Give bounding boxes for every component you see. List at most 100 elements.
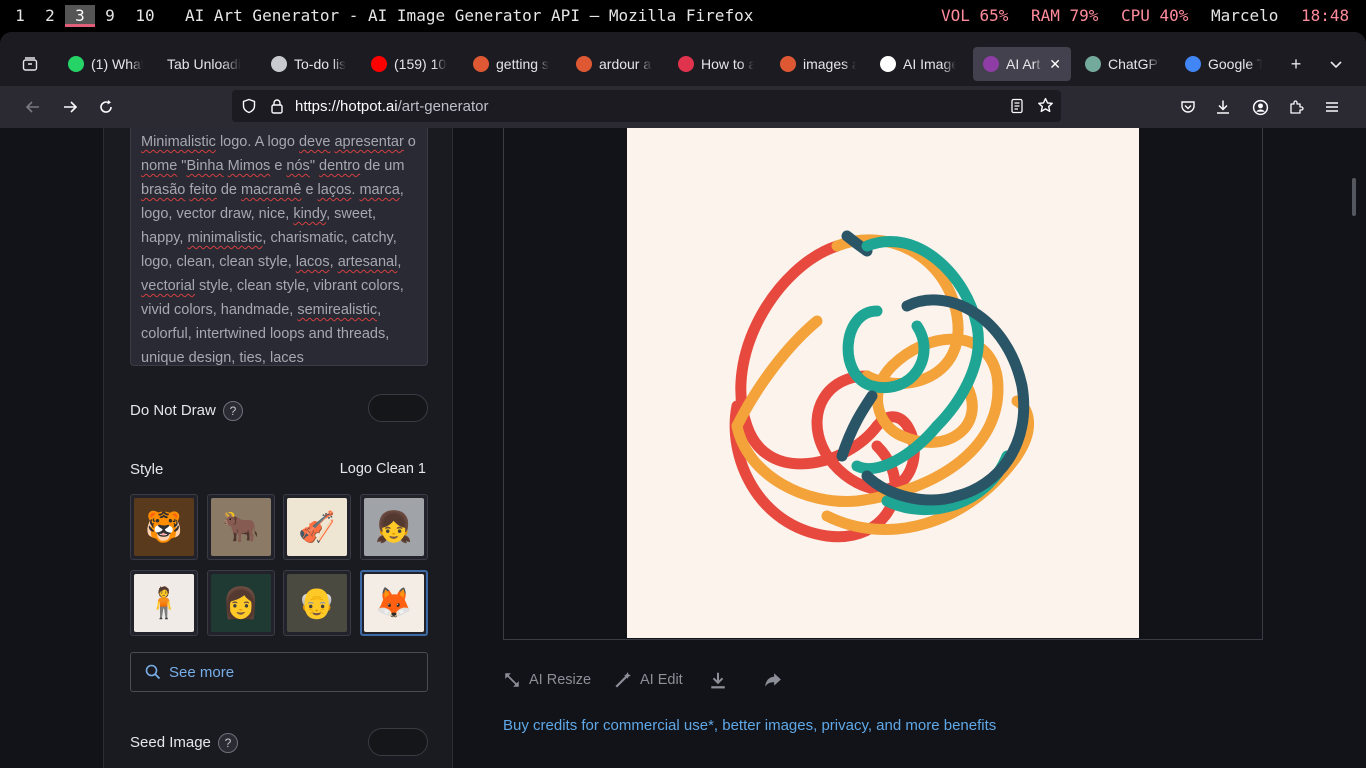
volume-status: VOL 65% xyxy=(941,6,1009,25)
download-icon xyxy=(711,672,725,689)
chatgpt-icon xyxy=(1085,56,1101,72)
browser-tab[interactable]: (1) Whats xyxy=(58,46,153,82)
result-image-panel xyxy=(503,128,1263,640)
shield-icon[interactable] xyxy=(241,98,257,114)
download-image-button[interactable] xyxy=(709,668,735,692)
see-more-button[interactable]: See more xyxy=(130,652,428,692)
url-host: https://hotpot.ai xyxy=(295,98,398,115)
plus-icon: + xyxy=(1290,53,1302,74)
style-thumbnail-cyber-woman[interactable]: 👩 xyxy=(207,570,275,636)
tab-label: getting s xyxy=(496,56,549,72)
back-button[interactable] xyxy=(18,92,48,122)
browser-tab[interactable]: Google T xyxy=(1175,46,1272,82)
ai-resize-button[interactable]: AI Resize xyxy=(503,668,591,692)
workspace-9[interactable]: 9 xyxy=(95,6,125,25)
google-translate-icon xyxy=(1185,56,1201,72)
tab-label: AI Art G xyxy=(1006,56,1043,72)
settings-panel: Minimalistic logo. A logo deve apresenta… xyxy=(103,128,453,768)
pocket-icon xyxy=(1181,101,1195,113)
style-thumbnail-fox-logo[interactable]: 🦊 xyxy=(360,570,428,636)
prompt-textarea[interactable]: Minimalistic logo. A logo deve apresenta… xyxy=(130,128,428,366)
buy-credits-link[interactable]: Buy credits for commercial use*, better … xyxy=(503,717,996,734)
swirl-icon xyxy=(880,56,896,72)
account-button[interactable] xyxy=(1245,92,1275,122)
style-thumbnail-old-man-painting[interactable]: 👴 xyxy=(283,570,351,636)
share-image-button[interactable] xyxy=(764,668,790,692)
tab-strip: (1) Whats Tab Unloadi To-do lis (159) 100 ge… xyxy=(0,32,1366,86)
browser-tab[interactable]: Tab Unloadi xyxy=(157,46,256,82)
browser-tab[interactable]: getting s xyxy=(463,46,561,82)
browser-tab[interactable]: images a xyxy=(770,46,866,82)
download-icon xyxy=(1217,100,1229,114)
navigation-toolbar: https://hotpot.ai/art-generator xyxy=(0,86,1366,128)
list-all-tabs-button[interactable] xyxy=(1320,46,1352,82)
downloads-button[interactable] xyxy=(1208,92,1238,122)
do-not-draw-help-icon[interactable]: ? xyxy=(223,401,243,421)
do-not-draw-toggle[interactable] xyxy=(368,394,428,422)
browser-tab[interactable]: AI Art G ✕ xyxy=(973,47,1071,81)
address-bar[interactable]: https://hotpot.ai/art-generator xyxy=(232,90,1061,122)
browser-tab[interactable]: (159) 100 xyxy=(361,46,457,82)
new-tab-button[interactable]: + xyxy=(1280,46,1312,82)
generated-image[interactable] xyxy=(627,128,1139,638)
ai-resize-label: AI Resize xyxy=(529,672,592,688)
hamburger-menu-icon xyxy=(1326,102,1338,112)
url-path: /art-generator xyxy=(397,98,489,115)
tab-label: Tab Unloadi xyxy=(167,56,241,72)
style-thumbnail-anime-girl[interactable]: 👧 xyxy=(360,494,428,560)
seed-image-help-icon[interactable]: ? xyxy=(218,733,238,753)
browser-tab[interactable]: AI Image xyxy=(870,46,966,82)
url-text[interactable]: https://hotpot.ai/art-generator xyxy=(295,98,488,115)
style-thumbnail-tiger[interactable]: 🐯 xyxy=(130,494,198,560)
youtube-icon xyxy=(371,56,387,72)
style-thumbnail-image: 🐯 xyxy=(134,498,194,556)
lock-icon[interactable] xyxy=(269,98,285,114)
seed-image-label: Seed Image xyxy=(130,734,211,751)
workspace-2[interactable]: 2 xyxy=(35,6,65,25)
extensions-button[interactable] xyxy=(1281,92,1311,122)
style-thumbnail-image: 👧 xyxy=(364,498,424,556)
ai-edit-button[interactable]: AI Edit xyxy=(614,668,683,692)
pocket-button[interactable] xyxy=(1173,92,1203,122)
arch-icon xyxy=(678,56,694,72)
reader-view-icon[interactable] xyxy=(1009,98,1025,114)
tab-label: ardour ac xyxy=(599,56,652,72)
style-thumbnail-mannequin[interactable]: 🧍 xyxy=(130,570,198,636)
browser-tab[interactable]: ChatGPT xyxy=(1075,46,1170,82)
system-bar: 1 2 3 9 10 AI Art Generator - AI Image G… xyxy=(0,0,1366,32)
browser-tab[interactable]: To-do lis xyxy=(261,46,356,82)
style-thumbnail-image: 👩 xyxy=(211,574,271,632)
style-thumbnail-image: 🦊 xyxy=(364,574,424,632)
cpu-status: CPU 40% xyxy=(1121,6,1189,25)
reload-icon xyxy=(100,100,112,113)
tab-overview-button[interactable] xyxy=(14,46,46,82)
app-menu-button[interactable] xyxy=(1317,92,1347,122)
forward-button[interactable] xyxy=(55,92,85,122)
workspace-1[interactable]: 1 xyxy=(5,6,35,25)
style-thumbnail-image: 🎻 xyxy=(287,498,347,556)
style-thumbnail-violinist[interactable]: 🎻 xyxy=(283,494,351,560)
resize-icon xyxy=(505,673,519,687)
seed-image-toggle[interactable] xyxy=(368,728,428,756)
tabs-list-icon xyxy=(22,57,38,71)
browser-tab[interactable]: ardour ac xyxy=(566,46,662,82)
clock: 18:48 xyxy=(1301,6,1350,25)
reload-button[interactable] xyxy=(91,92,121,122)
whatsapp-icon xyxy=(68,56,84,72)
bookmark-star-icon[interactable] xyxy=(1037,97,1054,114)
page-scrollbar[interactable] xyxy=(1352,178,1356,216)
account-icon xyxy=(1252,99,1268,115)
close-tab-icon[interactable]: ✕ xyxy=(1049,56,1061,73)
tab-label: How to a xyxy=(701,56,754,72)
tab-label: ChatGPT xyxy=(1108,56,1160,72)
workspace-10[interactable]: 10 xyxy=(128,6,162,25)
see-more-label: See more xyxy=(169,663,235,681)
anchor-icon xyxy=(271,56,287,72)
tab-label: images a xyxy=(803,56,856,72)
workspace-3[interactable]: 3 xyxy=(65,5,95,27)
tab-label: (1) Whats xyxy=(91,56,143,72)
browser-window: (1) Whats Tab Unloadi To-do lis (159) 100 ge… xyxy=(0,32,1366,768)
style-thumbnail-robot-bull[interactable]: 🐂 xyxy=(207,494,275,560)
page-content: Minimalistic logo. A logo deve apresenta… xyxy=(0,128,1366,768)
browser-tab[interactable]: How to a xyxy=(668,46,764,82)
